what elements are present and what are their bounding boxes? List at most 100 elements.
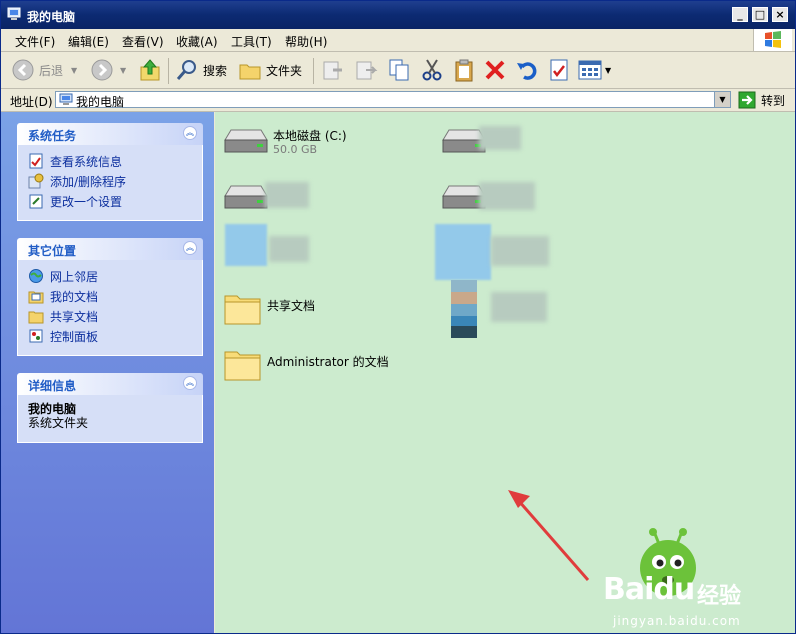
search-icon — [176, 60, 196, 80]
maximize-button[interactable]: □ — [752, 7, 768, 22]
content-pane: 本地磁盘 (C:) 50.0 GB 共享文档 Administrator 的文档… — [215, 112, 795, 633]
annotation-arrow-icon — [508, 490, 590, 581]
details-panel: 详细信息 ︽ 我的电脑 系统文件夹 — [17, 373, 203, 443]
place-control-panel[interactable]: 控制面板 — [28, 326, 202, 346]
menu-favorites[interactable]: 收藏(A) — [176, 33, 218, 50]
menu-view[interactable]: 查看(V) — [122, 33, 164, 50]
forward-arrow-icon — [91, 59, 113, 81]
place-label: 控制面板 — [50, 329, 99, 344]
folders-label: 文件夹 — [266, 63, 303, 78]
task-label: 查看系统信息 — [50, 154, 123, 169]
paste-button[interactable] — [452, 58, 476, 82]
task-label: 更改一个设置 — [50, 194, 123, 209]
copy-to-icon — [356, 61, 378, 80]
redacted-device-icon — [451, 280, 477, 338]
folders-icon — [239, 64, 261, 80]
place-network[interactable]: 网上邻居 — [28, 266, 202, 286]
other-places-title: 其它位置 — [28, 244, 77, 258]
collapse-icon[interactable]: ︽ — [183, 126, 197, 140]
copy-button[interactable] — [387, 58, 411, 82]
up-button[interactable] — [139, 58, 161, 82]
task-view-system-info[interactable]: 查看系统信息 — [28, 151, 202, 171]
toolbar-separator — [168, 58, 169, 84]
details-header[interactable]: 详细信息 ︽ — [17, 373, 203, 395]
place-label: 网上邻居 — [50, 269, 99, 284]
address-label: 地址(D) — [10, 95, 53, 109]
windows-logo — [753, 29, 792, 51]
system-tasks-header[interactable]: 系统任务 ︽ — [17, 123, 203, 145]
menu-edit[interactable]: 编辑(E) — [68, 33, 109, 50]
place-my-documents[interactable]: 我的文档 — [28, 286, 202, 306]
place-label: 共享文档 — [50, 309, 99, 324]
go-button[interactable]: 转到 — [738, 91, 785, 109]
explorer-window: 我的电脑 _ □ × 文件(F) 编辑(E) 查看(V) 收藏(A) 工具(T)… — [0, 0, 796, 634]
other-places-body: 网上邻居 我的文档 共享文档 控制面板 — [17, 260, 203, 356]
views-button[interactable]: ▼ — [578, 58, 611, 82]
shared-folder-icon — [28, 311, 44, 324]
redacted-label — [265, 182, 309, 208]
redacted-label — [491, 292, 547, 322]
menu-file[interactable]: 文件(F) — [15, 33, 55, 50]
redacted-label — [491, 236, 549, 266]
properties-button[interactable] — [548, 58, 570, 82]
move-to-icon — [323, 61, 342, 80]
folder-label: Administrator 的文档 — [267, 355, 389, 369]
cut-button[interactable] — [420, 58, 444, 82]
menu-tools[interactable]: 工具(T) — [231, 33, 272, 50]
task-label: 添加/删除程序 — [50, 174, 127, 189]
control-panel-icon — [29, 329, 43, 343]
address-dropdown-icon[interactable]: ▼ — [714, 92, 730, 107]
toolbar: 后退 ▼ ▼ 搜索 文件夹 ▼ — [1, 52, 795, 89]
go-label: 转到 — [761, 93, 786, 108]
address-input[interactable]: 我的电脑 ▼ — [55, 91, 731, 109]
shared-documents-folder[interactable]: 共享文档 — [223, 288, 315, 328]
search-button[interactable]: 搜索 — [175, 58, 227, 82]
details-name: 我的电脑 — [28, 402, 77, 416]
collapse-icon[interactable]: ︽ — [183, 376, 197, 390]
copy-to-button[interactable] — [354, 58, 378, 82]
place-shared-documents[interactable]: 共享文档 — [28, 306, 202, 326]
change-setting-icon — [29, 194, 43, 209]
minimize-button[interactable]: _ — [732, 7, 748, 22]
menu-help[interactable]: 帮助(H) — [285, 33, 327, 50]
forward-button[interactable]: ▼ — [90, 58, 126, 82]
task-add-remove-programs[interactable]: 添加/删除程序 — [28, 171, 202, 191]
place-label: 我的文档 — [50, 289, 99, 304]
back-button[interactable]: 后退 ▼ — [11, 58, 77, 82]
toolbar-separator — [313, 58, 314, 84]
folders-button[interactable]: 文件夹 — [238, 58, 302, 82]
drive-size: 50.0 GB — [273, 143, 318, 156]
watermark-brand-cn: 经验 — [697, 584, 742, 609]
my-documents-icon — [28, 291, 44, 304]
redacted-label — [269, 236, 309, 262]
system-info-icon — [29, 153, 43, 169]
title-bar[interactable]: 我的电脑 _ □ × — [1, 1, 795, 29]
properties-icon — [550, 59, 568, 81]
move-to-button[interactable] — [321, 58, 345, 82]
forward-dropdown-icon[interactable]: ▼ — [120, 66, 126, 75]
delete-button[interactable] — [484, 58, 506, 82]
network-places-icon — [29, 269, 43, 283]
drive-item[interactable]: 本地磁盘 (C:) 50.0 GB — [221, 126, 347, 157]
folder-up-icon — [140, 59, 160, 81]
close-button[interactable]: × — [772, 7, 788, 22]
drive-item[interactable] — [221, 182, 269, 212]
back-dropdown-icon[interactable]: ▼ — [71, 66, 77, 75]
folder-icon — [224, 295, 261, 325]
address-bar: 地址(D) 我的电脑 ▼ 转到 — [1, 89, 795, 112]
folder-label: 共享文档 — [267, 299, 316, 313]
clipboard-icon — [455, 59, 473, 82]
task-change-setting[interactable]: 更改一个设置 — [28, 191, 202, 211]
redacted-label — [479, 182, 535, 210]
undo-button[interactable] — [515, 58, 539, 82]
system-tasks-body: 查看系统信息 添加/删除程序 更改一个设置 — [17, 145, 203, 221]
other-places-header[interactable]: 其它位置 ︽ — [17, 238, 203, 260]
window-title: 我的电脑 — [27, 10, 76, 24]
details-body: 我的电脑 系统文件夹 — [17, 395, 203, 443]
undo-icon — [517, 62, 537, 80]
views-dropdown-icon[interactable]: ▼ — [605, 66, 611, 75]
copy-icon — [389, 59, 409, 81]
add-remove-programs-icon — [28, 173, 44, 189]
collapse-icon[interactable]: ︽ — [183, 241, 197, 255]
admin-documents-folder[interactable]: Administrator 的文档 — [223, 344, 389, 384]
